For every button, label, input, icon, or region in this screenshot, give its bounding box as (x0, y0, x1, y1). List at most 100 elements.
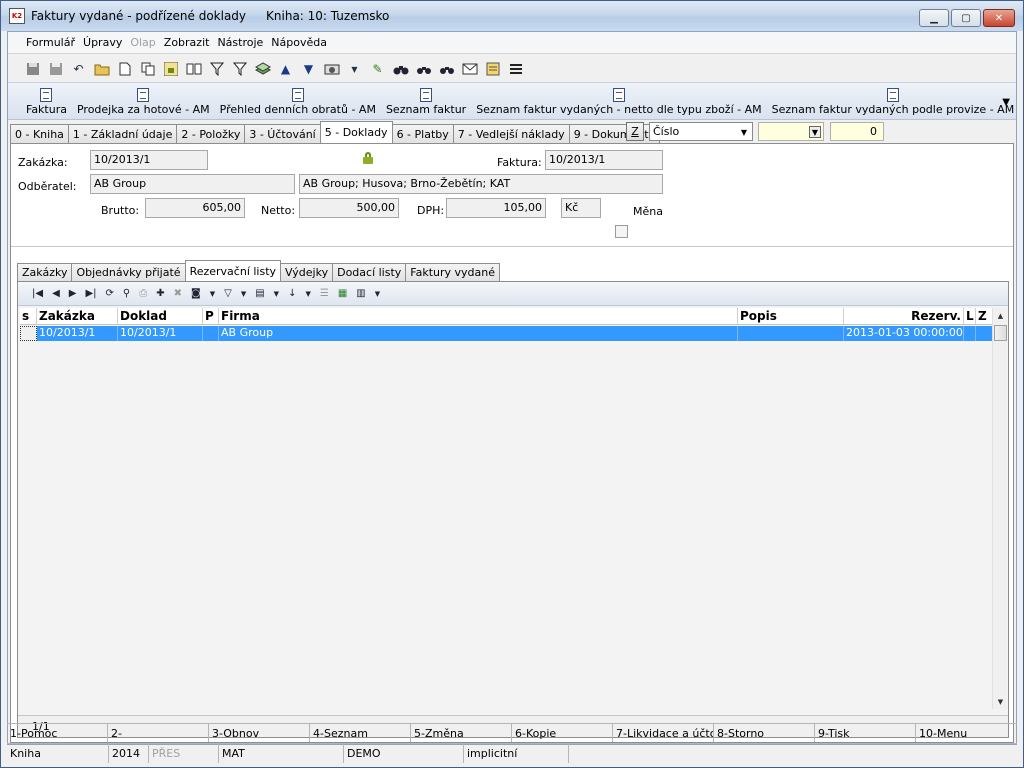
subtab-dodaci-listy[interactable]: Dodací listy (332, 263, 407, 281)
previous-record-icon[interactable]: ◀ (52, 288, 60, 299)
chevron-down-icon[interactable]: ▼ (210, 290, 215, 298)
report-seznam-netto[interactable]: Seznam faktur vydaných - netto dle typu … (476, 88, 762, 116)
report-prehled-obratu[interactable]: Přehled denních obratů - AM (220, 88, 376, 116)
z-button[interactable]: Z (626, 122, 644, 141)
cell-z[interactable] (976, 326, 992, 341)
cell-zakazka[interactable]: 10/2013/1 (37, 326, 118, 341)
column-header-doklad[interactable]: Doklad (118, 308, 203, 324)
column-header-popis[interactable]: Popis (738, 308, 844, 324)
binoculars-icon[interactable] (392, 61, 409, 78)
subtab-faktury-vydane[interactable]: Faktury vydané (405, 263, 501, 281)
faktura-field[interactable]: 10/2013/1 (545, 150, 663, 170)
filter-icon[interactable]: ▽ (224, 288, 232, 299)
report-icon[interactable]: ▥ (356, 288, 365, 299)
camera-icon[interactable] (323, 61, 340, 78)
cell-rezerv[interactable]: 2013-01-03 00:00:00 (844, 326, 964, 341)
copy-icon[interactable] (139, 61, 156, 78)
excel-export-icon[interactable]: ▦ (338, 288, 347, 299)
cell-doklad[interactable]: 10/2013/1 (118, 326, 203, 341)
fkey-likvidace[interactable]: 7-Likvidace a účtové (613, 724, 714, 742)
chevron-down-icon[interactable]: ▼ (375, 290, 380, 298)
report-faktura[interactable]: Faktura (26, 88, 67, 116)
cell-popis[interactable] (738, 326, 844, 341)
column-header-firma[interactable]: Firma (219, 308, 738, 324)
fkey-seznam[interactable]: 4-Seznam (310, 724, 411, 742)
report-seznam-provize[interactable]: Seznam faktur vydaných podle provize - A… (772, 88, 1014, 116)
column-header-zakazka[interactable]: Zakázka (37, 308, 118, 324)
fkey-zmena[interactable]: 5-Změna (411, 724, 512, 742)
arrow-up-icon[interactable]: ▲ (277, 61, 294, 78)
search-number-field[interactable]: 0 (830, 122, 884, 141)
refresh-icon[interactable]: ⟳ (106, 288, 114, 299)
cell-p[interactable] (203, 326, 219, 341)
subtab-rezervacni-listy[interactable]: Rezervační listy (184, 260, 282, 281)
printer-icon[interactable]: ⎙ (139, 288, 147, 299)
fkey-obnov[interactable]: 3-Obnov (209, 724, 310, 742)
minimize-button[interactable]: ▁ (919, 9, 949, 27)
chevron-down-icon[interactable]: ▼ (241, 290, 246, 298)
delete-record-icon[interactable]: ✖ (174, 288, 182, 299)
menu-olap[interactable]: Olap (130, 36, 155, 49)
binoculars-icon[interactable]: ⚲ (123, 288, 130, 299)
fkey-menu[interactable]: 10-Menu (916, 724, 1017, 742)
column-header-l[interactable]: L (964, 308, 976, 324)
table-row[interactable]: 10/2013/1 10/2013/1 AB Group 2013-01-03 … (20, 326, 992, 341)
notes-icon[interactable] (484, 61, 501, 78)
netto-field[interactable]: 500,00 (299, 198, 399, 218)
column-header-p[interactable]: P (203, 308, 219, 324)
list-icon[interactable]: ☰ (320, 288, 329, 299)
book-icon[interactable] (185, 61, 202, 78)
stack-icon[interactable] (254, 61, 271, 78)
scroll-thumb[interactable] (994, 325, 1007, 341)
lines-icon[interactable] (507, 61, 524, 78)
scroll-up-icon[interactable]: ▲ (993, 308, 1008, 323)
next-record-icon[interactable]: ▶ (69, 288, 77, 299)
mail-icon[interactable] (461, 61, 478, 78)
toolbar-overflow-icon[interactable]: ▼ (1002, 97, 1010, 108)
cell-firma[interactable]: AB Group (219, 326, 738, 341)
zakazka-field[interactable]: 10/2013/1 (90, 150, 208, 170)
new-document-icon[interactable] (116, 61, 133, 78)
tools-icon[interactable]: ✎ (369, 61, 386, 78)
tab-dokumenty[interactable]: 9 - Dokumenty (568, 124, 661, 143)
fkey-2[interactable]: 2- (108, 724, 209, 742)
dph-field[interactable]: 105,00 (446, 198, 546, 218)
report-prodejka[interactable]: Prodejka za hotové - AM (77, 88, 210, 116)
columns-icon[interactable]: ▤ (255, 288, 264, 299)
maximize-button[interactable]: ▢ (951, 9, 981, 27)
subtab-zakazky[interactable]: Zakázky (17, 263, 73, 281)
menu-zobrazit[interactable]: Zobrazit (164, 36, 210, 49)
tab-uctovani[interactable]: 3 - Účtování (244, 124, 321, 143)
last-record-icon[interactable]: ▶| (85, 288, 96, 299)
column-header-z[interactable]: Z (976, 308, 992, 324)
save-icon[interactable] (24, 61, 41, 78)
tab-vedlejsi-naklady[interactable]: 7 - Vedlejší náklady (452, 124, 570, 143)
vertical-scrollbar[interactable]: ▲ ▼ (992, 308, 1007, 709)
tab-zakladni-udaje[interactable]: 1 - Základní údaje (67, 124, 178, 143)
open-folder-icon[interactable] (93, 61, 110, 78)
search-value-select[interactable]: ▼ (758, 122, 824, 141)
column-header-s[interactable]: s (20, 308, 37, 324)
fkey-kopie[interactable]: 6-Kopie (512, 724, 613, 742)
filter-edit-icon[interactable] (231, 61, 248, 78)
chevron-down-icon[interactable]: ▼ (274, 290, 279, 298)
tab-platby[interactable]: 6 - Platby (391, 124, 454, 143)
odberatel-address-field[interactable]: AB Group; Husova; Brno-Žebětín; KAT (299, 174, 663, 194)
binoculars-prev-icon[interactable] (438, 61, 455, 78)
cell-s[interactable] (20, 326, 37, 341)
cell-l[interactable] (964, 326, 976, 341)
search-field-select[interactable]: Číslo ▼ (649, 122, 753, 141)
arrow-down-icon[interactable]: ▼ (300, 61, 317, 78)
menu-napoveda[interactable]: Nápověda (271, 36, 327, 49)
close-button[interactable]: ✕ (983, 9, 1015, 27)
camera-icon[interactable]: ◙ (191, 288, 201, 299)
binoculars-next-icon[interactable] (415, 61, 432, 78)
currency-field[interactable]: Kč (561, 198, 601, 218)
menu-formular[interactable]: Formulář (26, 36, 75, 49)
odberatel-code-field[interactable]: AB Group (90, 174, 295, 194)
filter-icon[interactable] (208, 61, 225, 78)
report-seznam-faktur[interactable]: Seznam faktur (386, 88, 466, 116)
subtab-vydejky[interactable]: Výdejky (280, 263, 334, 281)
sort-icon[interactable]: ↓ (288, 288, 296, 299)
menu-upravy[interactable]: Úpravy (83, 36, 122, 49)
